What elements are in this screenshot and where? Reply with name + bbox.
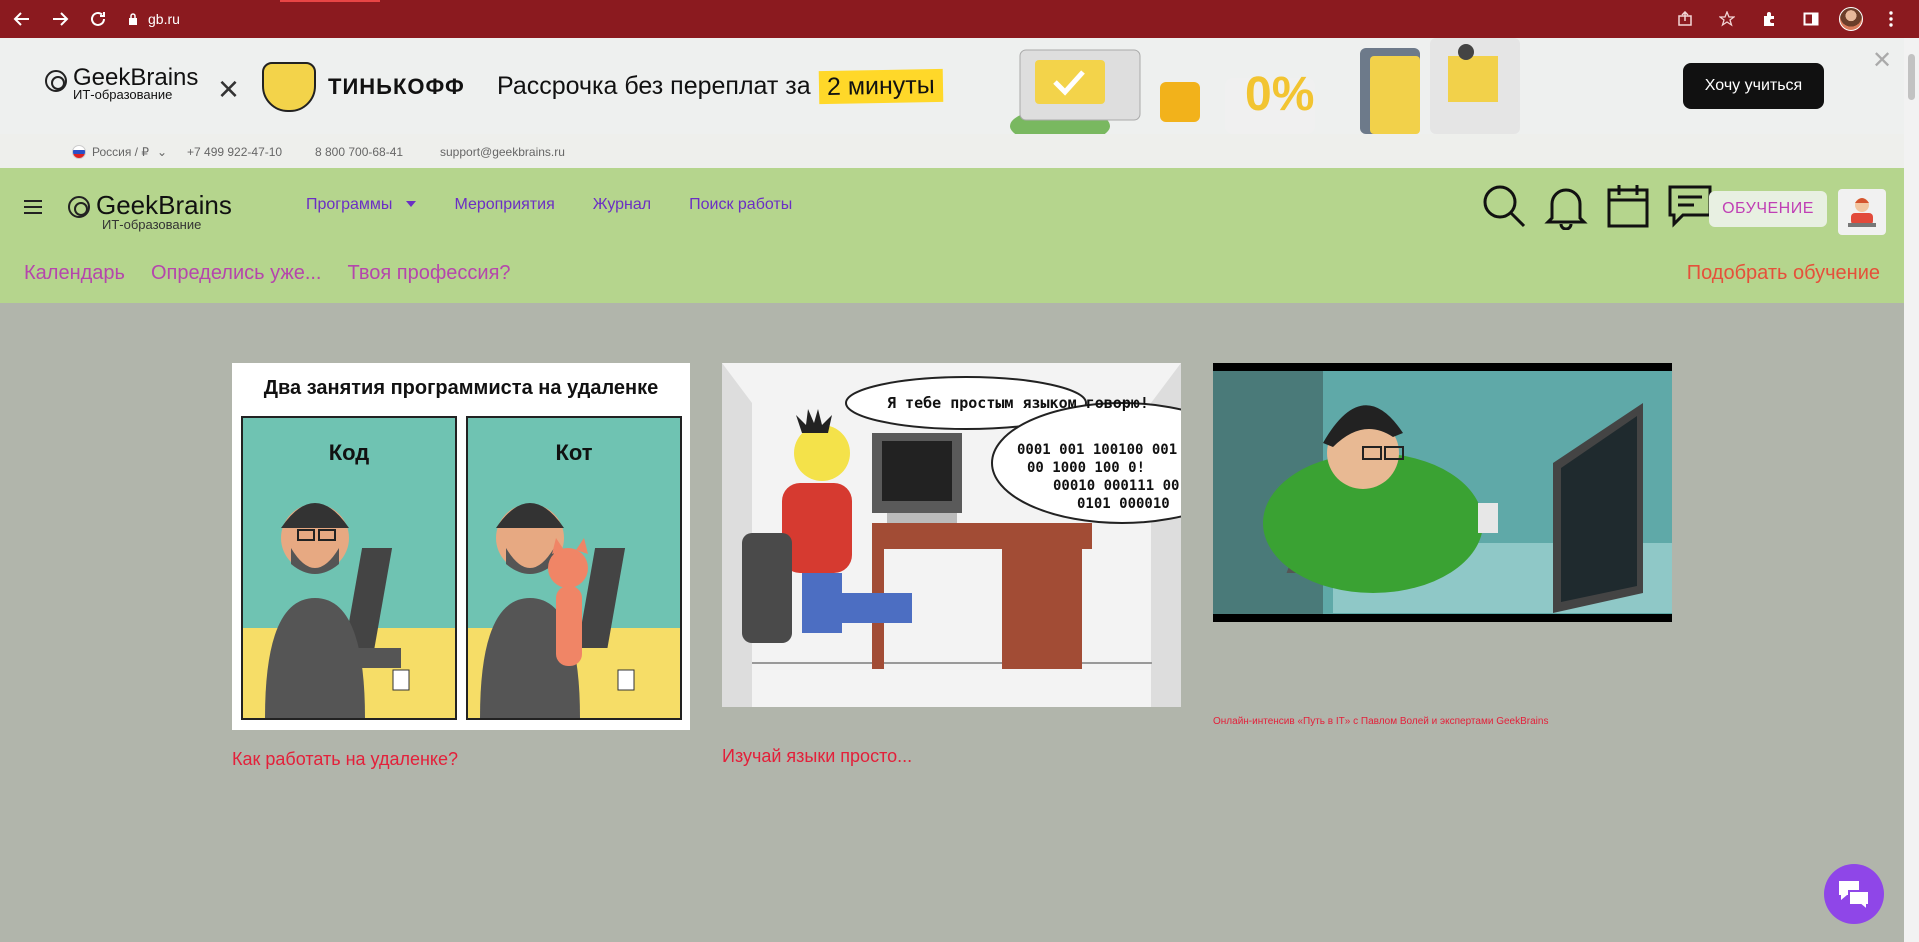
bell-icon[interactable] — [1542, 182, 1590, 230]
binary-line-3: 00010 000111 00 — [1053, 478, 1180, 494]
address-bar[interactable]: gb.ru — [128, 5, 180, 33]
site-header: GeekBrains ИТ-образование Программы Меро… — [0, 168, 1904, 303]
share-icon[interactable] — [1671, 5, 1699, 33]
want-to-learn-button[interactable]: Хочу учиться — [1683, 63, 1824, 109]
region-label: Россия / ₽ — [92, 145, 149, 159]
card-caption-remote[interactable]: Как работать на удаленке? — [232, 749, 458, 770]
user-avatar[interactable] — [1838, 189, 1886, 235]
programmer-at-desk-illustration — [722, 363, 1181, 707]
promo-headline: Рассрочка без переплат за 2 минуты — [497, 68, 943, 105]
lock-icon — [129, 13, 137, 25]
region-selector[interactable]: Россия / ₽ ⌄ — [72, 145, 167, 159]
search-icon[interactable] — [1480, 182, 1528, 230]
promo-banner[interactable]: GeekBrains ИТ-образование × ТИНЬКОФФ Рас… — [0, 38, 1904, 134]
tab-accent — [280, 0, 380, 2]
contact-strip: Россия / ₽ ⌄ +7 499 922-47-10 8 800 700-6… — [0, 134, 1904, 168]
nav-programs[interactable]: Программы — [306, 196, 417, 214]
chevron-down-icon: ⌄ — [157, 145, 168, 159]
subnav-calendar[interactable]: Календарь — [24, 262, 125, 285]
nav-job-search[interactable]: Поиск работы — [689, 196, 792, 214]
header-logo[interactable]: GeekBrains — [68, 192, 232, 218]
speech-bubble-text: Я тебе простым языком говорю! — [887, 394, 1149, 412]
comic-title: Два занятия программиста на удаленке — [263, 377, 659, 399]
promo-geekbrains-logo: GeekBrains ИТ-образование — [45, 66, 198, 102]
promo-text: Рассрочка без переплат за — [497, 72, 811, 100]
page-scrollbar[interactable] — [1904, 38, 1919, 942]
nav-programs-label: Программы — [306, 196, 393, 213]
binary-bubble: 0001 001 100100 001 00 1000 100 0! 00010… — [1017, 441, 1179, 513]
arrow-left-icon — [13, 12, 29, 26]
phone-link-2[interactable]: 8 800 700-68-41 — [315, 145, 403, 159]
browser-toolbar: gb.ru — [0, 0, 1919, 38]
remote-work-comic[interactable]: Два занятия программиста на удаленке Код… — [232, 363, 690, 730]
subnav-decide[interactable]: Определись уже... — [151, 262, 322, 285]
chat-icon[interactable] — [1666, 182, 1714, 230]
scrollbar-thumb[interactable] — [1908, 54, 1915, 100]
card-caption-languages[interactable]: Изучай языки просто... — [722, 746, 912, 767]
collab-x-icon: × — [218, 68, 240, 109]
promo-highlight: 2 минуты — [818, 68, 943, 105]
email-link[interactable]: support@geekbrains.ru — [440, 145, 565, 159]
russia-flag-icon — [72, 145, 86, 159]
programmer-with-cat-illustration — [468, 503, 680, 718]
binary-line-2: 00 1000 100 0! — [1027, 460, 1146, 476]
promo-illustration: 0% — [1010, 38, 1520, 134]
tinkoff-wordmark: ТИНЬКОФФ — [328, 74, 465, 99]
header-logo-subtitle: ИТ-образование — [102, 217, 202, 232]
pick-learning-link[interactable]: Подобрать обучение — [1687, 262, 1880, 285]
star-icon[interactable] — [1713, 5, 1741, 33]
browser-actions — [1671, 0, 1905, 38]
reload-icon — [91, 11, 105, 26]
binary-line-4: 0101 000010 — [1077, 496, 1170, 512]
comic-panel-cat: Кот — [466, 416, 682, 720]
reload-button[interactable] — [82, 3, 114, 35]
close-icon[interactable]: ✕ — [1872, 46, 1892, 75]
forward-button[interactable] — [44, 3, 76, 35]
secondary-nav: Календарь Определись уже... Твоя професс… — [24, 262, 511, 285]
geekbrains-logo-icon — [45, 70, 67, 92]
support-chat-button[interactable] — [1824, 864, 1884, 924]
arrow-right-icon — [53, 12, 69, 26]
nav-journal[interactable]: Журнал — [593, 196, 651, 214]
subnav-profession[interactable]: Твоя профессия? — [348, 262, 511, 285]
chat-bubbles-icon — [1839, 881, 1870, 909]
tinkoff-logo-icon — [262, 62, 316, 112]
calendar-icon[interactable] — [1604, 182, 1652, 230]
languages-comic[interactable]: Я тебе простым языком говорю! 0001 001 1… — [722, 363, 1181, 707]
phone-link-1[interactable]: +7 499 922-47-10 — [187, 145, 282, 159]
comic-panel-code: Код — [241, 416, 457, 720]
nav-events[interactable]: Мероприятия — [454, 196, 554, 214]
svg-text:0%: 0% — [1245, 68, 1314, 121]
menu-dots-icon[interactable] — [1877, 5, 1905, 33]
header-icons — [1480, 182, 1714, 230]
profile-avatar[interactable] — [1839, 7, 1863, 31]
path-to-it-image[interactable] — [1213, 363, 1672, 622]
header-logo-title: GeekBrains — [96, 190, 232, 220]
extensions-icon[interactable] — [1755, 5, 1783, 33]
url-text: gb.ru — [148, 11, 180, 27]
learning-button[interactable]: ОБУЧЕНИЕ — [1709, 191, 1827, 227]
sidepanel-icon[interactable] — [1797, 5, 1825, 33]
main-nav: Программы Мероприятия Журнал Поиск работ… — [306, 196, 792, 214]
back-button[interactable] — [6, 3, 38, 35]
card-caption-path-to-it[interactable]: Онлайн-интенсив «Путь в IT» с Павлом Вол… — [1213, 716, 1548, 727]
caret-down-icon — [406, 201, 417, 207]
geekbrains-logo-icon — [68, 196, 90, 218]
binary-line-1: 0001 001 100100 001 — [1017, 442, 1178, 458]
programmer-illustration — [243, 503, 455, 718]
hacker-programmer-illustration — [1213, 371, 1672, 614]
hamburger-menu-icon[interactable] — [24, 200, 42, 214]
